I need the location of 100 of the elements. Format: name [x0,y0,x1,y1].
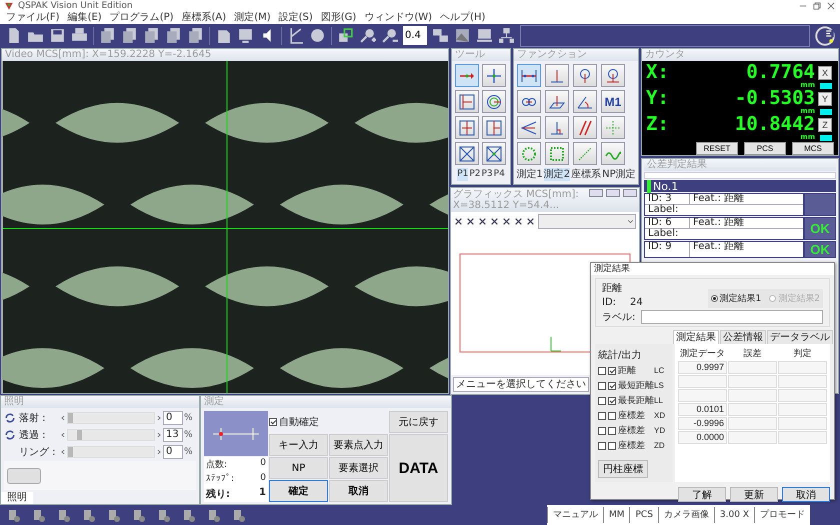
monitor-icon[interactable] [476,27,493,44]
tab[interactable]: P2 [469,168,480,181]
program-slot-icon[interactable] [81,507,97,523]
checkbox[interactable] [608,426,616,434]
tab[interactable]: 測定2 [544,168,570,181]
image-icon[interactable] [454,27,471,44]
checkbox[interactable] [598,442,606,450]
tool-button[interactable] [482,64,506,87]
light-slider[interactable] [67,412,155,424]
menu-item[interactable]: プログラム(P) [110,12,174,24]
measure-button[interactable]: キー入力 [269,434,328,456]
function-button[interactable] [573,116,597,139]
program-slot-icon[interactable] [6,507,22,523]
sync-icon[interactable] [4,412,16,424]
document-icon[interactable] [215,27,232,44]
light-value-field[interactable]: 0 [163,445,183,459]
function-button[interactable] [601,142,625,165]
function-button[interactable]: M1 [601,90,625,113]
zoom-field[interactable]: 0.4 [403,26,427,45]
pages-icon[interactable] [165,27,182,44]
checkbox[interactable] [598,366,606,374]
program-slot-icon[interactable] [106,507,122,523]
program-slot-icon[interactable] [56,507,72,523]
axis-button[interactable]: Z [818,118,832,132]
close-icon[interactable] [826,1,836,11]
dialog-button[interactable]: 了解 [678,487,726,502]
pages-icon[interactable] [143,27,160,44]
function-button[interactable] [517,116,541,139]
function-button[interactable] [573,64,597,87]
checkbox[interactable] [598,396,606,404]
arrow-left-icon[interactable] [60,415,66,421]
minimize-button[interactable] [589,189,603,197]
checkbox[interactable] [608,366,616,374]
function-button[interactable] [573,90,597,113]
light-value-field[interactable]: 13 [163,428,183,442]
function-button[interactable] [517,64,541,87]
tool-button[interactable] [482,116,506,139]
menu-item[interactable]: 座標系(A) [182,12,226,24]
menu-item[interactable]: ウィンドウ(W) [364,12,432,24]
light-slider[interactable] [67,429,155,441]
cylinder-button[interactable]: 円柱座標 [598,460,648,478]
tab[interactable]: 測定1 [516,168,543,181]
function-button[interactable] [545,142,569,165]
tab[interactable]: P1 [457,168,468,181]
axis-button[interactable]: Y [818,92,832,106]
arrow-right-icon[interactable] [156,432,162,438]
counter-button[interactable]: PCS [744,142,786,155]
measure-button[interactable]: DATA [389,434,448,502]
function-button[interactable] [601,64,625,87]
measure-button[interactable]: 元に戻す [389,411,448,433]
tab[interactable]: 測定結果 [673,330,719,344]
checkbox[interactable] [608,412,616,420]
measure-button[interactable]: 要素選択 [329,457,388,479]
ez-logo-icon[interactable] [815,26,835,46]
resize-icon[interactable] [337,27,354,44]
function-button[interactable] [517,142,541,165]
network-icon[interactable] [498,27,515,44]
sync-icon[interactable] [4,429,16,441]
close-button[interactable] [623,189,637,197]
zoom-out-icon[interactable] [381,27,398,44]
measure-button[interactable]: NP [269,457,328,479]
tab[interactable]: NP測定 [602,168,636,181]
tool-button[interactable] [455,116,479,139]
tool-button[interactable] [455,90,479,113]
counter-button[interactable]: RESET [696,142,738,155]
program-slot-icon[interactable] [231,507,247,523]
dialog-button[interactable]: 更新 [730,487,778,502]
tool-button[interactable] [455,64,479,87]
menu-item[interactable]: 設定(S) [278,12,313,24]
light-value-field[interactable]: 0 [163,411,183,425]
tab[interactable]: データラベル [767,330,833,344]
program-slot-icon[interactable] [181,507,197,523]
tool-button[interactable] [455,142,479,165]
checkbox[interactable] [608,396,616,404]
dialog-button[interactable]: 取消 [782,487,830,502]
dot-icon[interactable] [309,27,326,44]
function-button[interactable] [601,116,625,139]
program-slot-icon[interactable] [156,507,172,523]
pages-icon[interactable] [99,27,116,44]
save-icon[interactable] [49,27,66,44]
function-button[interactable] [545,90,569,113]
restore-icon[interactable] [812,1,822,11]
light-slider[interactable] [67,446,155,458]
checkbox[interactable] [269,418,277,426]
tool-button[interactable] [482,142,506,165]
radio-option[interactable]: 測定結果1 [710,292,762,305]
axis-button[interactable]: X [818,66,832,80]
checkbox[interactable] [598,412,606,420]
measure-button[interactable]: 確定 [269,480,328,502]
program-slot-icon[interactable] [131,507,147,523]
counter-button[interactable]: MCS [792,142,834,155]
tab[interactable]: P3 [482,168,493,181]
arrow-left-icon[interactable] [60,432,66,438]
printer-icon[interactable] [71,27,88,44]
tool-button[interactable] [482,90,506,113]
tab[interactable]: P4 [494,168,505,181]
checkbox[interactable] [598,426,606,434]
measure-button[interactable]: 要素点入力 [329,434,388,456]
maximize-button[interactable] [606,189,620,197]
function-button[interactable] [545,116,569,139]
